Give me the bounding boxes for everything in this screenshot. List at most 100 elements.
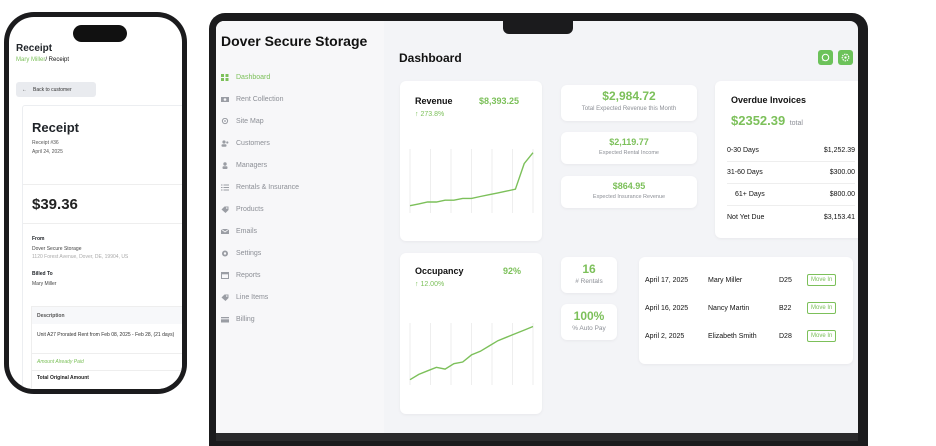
manager-icon bbox=[222, 161, 228, 169]
overdue-row-amount: $800.00 bbox=[829, 191, 855, 198]
laptop-camera-notch bbox=[503, 21, 573, 34]
sidebar-item-site-map[interactable]: Site Map bbox=[221, 115, 264, 127]
sidebar-item-billing[interactable]: Billing bbox=[221, 313, 255, 325]
sidebar-item-emails[interactable]: Emails bbox=[221, 225, 257, 237]
receipt-date: April 24, 2025 bbox=[32, 149, 63, 155]
sidebar-item-label: Line Items bbox=[236, 293, 269, 301]
sidebar-item-customers[interactable]: Customers bbox=[221, 137, 270, 149]
overdue-row-label: 61+ Days bbox=[735, 191, 765, 198]
cash-icon bbox=[221, 96, 229, 102]
tag-icon bbox=[221, 206, 229, 213]
total-expected-revenue-card: $2,984.72 Total Expected Revenue this Mo… bbox=[561, 85, 697, 121]
sidebar-item-products[interactable]: Products bbox=[221, 203, 264, 215]
back-to-customer-button[interactable]: ← Back to customer bbox=[16, 82, 96, 97]
back-button-label: Back to customer bbox=[33, 86, 72, 93]
arrow-left-icon: ← bbox=[22, 86, 27, 93]
sidebar-item-label: Reports bbox=[236, 271, 261, 279]
move-in-button[interactable]: Move In bbox=[807, 274, 837, 286]
overdue-invoices-card: Overdue Invoices $2352.39 total 0-30 Day… bbox=[715, 81, 858, 238]
sidebar-item-managers[interactable]: Managers bbox=[221, 159, 267, 171]
tag-icon bbox=[221, 294, 229, 301]
breadcrumb-current: Receipt bbox=[47, 57, 70, 63]
overdue-row-amount: $1,252.39 bbox=[823, 147, 855, 154]
sidebar-item-dashboard[interactable]: Dashboard bbox=[221, 71, 270, 83]
whatsapp-icon bbox=[821, 53, 830, 62]
move-in-unit: B22 bbox=[779, 304, 792, 312]
settings-button[interactable] bbox=[838, 50, 853, 65]
whatsapp-button[interactable] bbox=[818, 50, 833, 65]
phone-device: Receipt Mary Miller/ Receipt ← Back to c… bbox=[4, 12, 187, 394]
calendar-icon bbox=[221, 271, 229, 279]
sidebar-item-label: Site Map bbox=[236, 117, 264, 125]
overdue-total: $2352.39 total bbox=[731, 112, 803, 130]
location-pin-icon bbox=[221, 117, 229, 124]
rentals-count-card: 16 # Rentals bbox=[561, 257, 617, 293]
upcoming-move-ins-card: April 17, 2025 Mary Miller D25 Move In A… bbox=[639, 257, 853, 364]
overdue-total-suffix: total bbox=[789, 120, 803, 127]
receipt-line-items-table: Description Unit A27 Prorated Rent from … bbox=[31, 306, 182, 389]
autopay-card: 100% % Auto Pay bbox=[561, 304, 617, 340]
overdue-row-label: Not Yet Due bbox=[727, 213, 765, 221]
laptop-screen: Dover Secure Storage Dashboard Rent Coll… bbox=[216, 21, 858, 441]
divider bbox=[23, 223, 182, 224]
sidebar-item-label: Rent Collection bbox=[236, 95, 284, 103]
receipt-heading: Receipt bbox=[32, 120, 79, 135]
sidebar-item-rent-collection[interactable]: Rent Collection bbox=[221, 93, 283, 105]
gear-icon bbox=[222, 250, 228, 256]
move-in-button[interactable]: Move In bbox=[807, 330, 837, 342]
billed-to-name: Mary Miller bbox=[32, 281, 57, 287]
receipt-number: Receipt #36 bbox=[32, 140, 59, 146]
from-name: Dover Secure Storage bbox=[32, 246, 82, 252]
receipt-amount: $39.36 bbox=[32, 196, 78, 213]
expected-insurance-revenue-card: $864.95 Expected Insurance Revenue bbox=[561, 176, 697, 208]
phone-page-title: Receipt bbox=[16, 43, 53, 54]
list-item: April 17, 2025 Mary Miller D25 Move In bbox=[639, 266, 853, 294]
laptop-device: Dover Secure Storage Dashboard Rent Coll… bbox=[209, 13, 868, 446]
receipt-card: Receipt Receipt #36 April 24, 2025 $39.3… bbox=[22, 105, 182, 389]
list-item: April 16, 2025 Nancy Martin B22 Move In bbox=[639, 294, 853, 322]
move-in-customer: Nancy Martin bbox=[708, 304, 750, 312]
revenue-trend-chart bbox=[409, 149, 534, 213]
sidebar-item-settings[interactable]: Settings bbox=[221, 247, 261, 259]
gear-icon bbox=[841, 53, 850, 62]
overdue-row-amount: $3,153.41 bbox=[823, 213, 855, 221]
card-icon bbox=[221, 316, 229, 322]
divider bbox=[32, 353, 182, 354]
occupancy-trend-chart bbox=[409, 323, 534, 385]
sidebar-item-reports[interactable]: Reports bbox=[221, 269, 261, 281]
email-icon bbox=[221, 228, 229, 234]
move-in-date: April 16, 2025 bbox=[645, 304, 689, 312]
move-in-unit: D28 bbox=[779, 332, 792, 340]
overdue-row: 31-60 Days $300.00 bbox=[727, 162, 855, 184]
phone-screen: Receipt Mary Miller/ Receipt ← Back to c… bbox=[9, 17, 182, 389]
rentals-count-label: # Rentals bbox=[575, 278, 603, 285]
breadcrumb-customer-link[interactable]: Mary Miller bbox=[16, 57, 45, 63]
table-header-description: Description bbox=[32, 307, 182, 324]
list-item: April 2, 2025 Elizabeth Smith D28 Move I… bbox=[639, 322, 853, 350]
sidebar-item-rentals-insurance[interactable]: Rentals & Insurance bbox=[221, 181, 299, 193]
billed-to-label: Billed To bbox=[32, 271, 53, 277]
line-item-description: Unit A27 Prorated Rent from Feb 08, 2025… bbox=[37, 332, 175, 338]
divider bbox=[32, 370, 182, 371]
autopay-value: 100% bbox=[573, 309, 605, 323]
page-title: Dashboard bbox=[399, 51, 462, 65]
sidebar-item-label: Products bbox=[236, 205, 264, 213]
rentals-count-value: 16 bbox=[582, 262, 596, 276]
sidebar-item-label: Managers bbox=[236, 161, 268, 169]
overdue-row-amount: $300.00 bbox=[829, 169, 855, 176]
brand-title: Dover Secure Storage bbox=[221, 33, 368, 49]
sidebar-item-line-items[interactable]: Line Items bbox=[221, 291, 268, 303]
overdue-row-label: 31-60 Days bbox=[727, 169, 763, 176]
sidebar-item-label: Billing bbox=[236, 315, 255, 323]
sidebar: Dover Secure Storage Dashboard Rent Coll… bbox=[216, 21, 384, 441]
move-in-customer: Elizabeth Smith bbox=[708, 332, 757, 340]
expected-insurance-revenue-label: Expected Insurance Revenue bbox=[592, 194, 666, 200]
total-expected-revenue-label: Total Expected Revenue this Month bbox=[581, 106, 677, 112]
move-in-button[interactable]: Move In bbox=[807, 302, 837, 314]
expected-rental-income-value: $2,119.77 bbox=[609, 137, 649, 147]
phone-notch bbox=[73, 25, 127, 42]
sidebar-item-label: Settings bbox=[236, 249, 262, 257]
breadcrumb: Mary Miller/ Receipt bbox=[16, 57, 69, 63]
laptop-bezel-bottom bbox=[216, 433, 858, 441]
divider bbox=[23, 184, 182, 185]
